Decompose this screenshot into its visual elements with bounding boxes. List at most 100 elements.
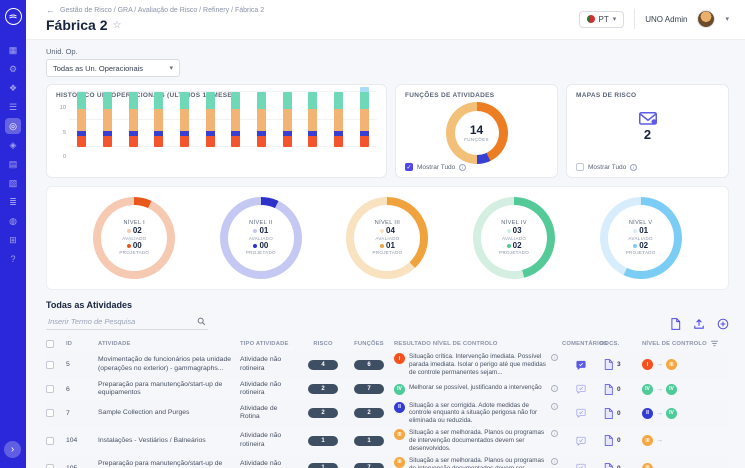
segment-teal	[129, 92, 138, 109]
avaliado-label: AVALIADO	[502, 236, 526, 241]
arrow-right-icon: →	[656, 410, 663, 417]
app-logo-icon[interactable]	[5, 8, 22, 25]
info-icon[interactable]: i	[551, 458, 558, 465]
user-menu-chevron-icon[interactable]: ▾	[725, 15, 729, 23]
table-row[interactable]: 7Sample Collection and PurgesAtividade d…	[46, 400, 729, 428]
sidebar-item-dashboard-icon[interactable]: ▦	[5, 42, 21, 58]
comment-icon[interactable]	[576, 384, 586, 394]
segment-sand	[206, 109, 215, 131]
col-atividade[interactable]: ATIVIDADE	[98, 341, 240, 347]
row-checkbox[interactable]	[46, 361, 54, 369]
favorite-star-icon[interactable]: ☆	[112, 20, 121, 31]
history-panel: HISTÓRICO UN. OPERACIONAIS (ÚLTIMOS 12 M…	[46, 84, 387, 178]
language-selector[interactable]: PT ▾	[579, 11, 625, 28]
level-chip: III	[394, 457, 405, 468]
sidebar-item-help-icon[interactable]: ?	[5, 251, 21, 267]
comment-icon[interactable]	[576, 360, 586, 370]
sidebar-expand-button[interactable]: ›	[4, 441, 21, 458]
col-nivel-controlo[interactable]: NÍVEL DE CONTROLO	[642, 341, 710, 347]
cell-docs: 3	[600, 359, 642, 370]
chevron-down-icon: ▾	[169, 64, 173, 72]
add-icon[interactable]	[717, 318, 729, 330]
show-all-checkbox[interactable]: ✓	[405, 163, 413, 171]
info-icon[interactable]: i	[459, 164, 466, 171]
info-icon[interactable]: i	[551, 403, 558, 410]
row-checkbox[interactable]	[46, 437, 54, 445]
row-checkbox[interactable]	[46, 409, 54, 417]
doc-icon[interactable]	[604, 408, 613, 419]
upload-icon[interactable]	[693, 318, 705, 330]
doc-icon[interactable]	[604, 359, 613, 370]
row-checkbox[interactable]	[46, 385, 54, 393]
segment-sand	[129, 109, 138, 131]
sidebar-item-apps-icon[interactable]: ⊞	[5, 232, 21, 248]
sidebar-item-globe-icon[interactable]: ◍	[5, 213, 21, 229]
col-resultado[interactable]: RESULTADO NÍVEL DE CONTROLO	[394, 341, 562, 347]
level-ring-3: NÍVEL III04AVALIADO01PROJETADO	[346, 197, 428, 279]
doc-icon[interactable]	[604, 384, 613, 395]
info-icon[interactable]: i	[551, 354, 558, 361]
search-input[interactable]	[48, 317, 188, 326]
sidebar: ▦ ⚙ ❖ ☰ ◎ ◈ ▤ ▧ ≣ ◍ ⊞? ›	[0, 0, 26, 468]
funcoes-badge: 6	[354, 360, 384, 370]
sidebar-item-folders-icon[interactable]: ▧	[5, 175, 21, 191]
avatar[interactable]	[697, 10, 715, 28]
bar-Nov/24: Nov/24	[226, 92, 246, 147]
sidebar-item-tasks-icon[interactable]: ☰	[5, 99, 21, 115]
segment-teal	[257, 92, 266, 109]
info-icon[interactable]: i	[630, 164, 637, 171]
table-row[interactable]: 5Movimentação de funcionários pela unida…	[46, 351, 729, 379]
cell-resultado: IIISituação a ser melhorada. Planos ou p…	[394, 457, 562, 468]
comment-icon[interactable]	[576, 463, 586, 468]
filter-icon[interactable]	[710, 339, 719, 348]
segment-sand	[180, 109, 189, 131]
sidebar-item-settings-icon[interactable]: ⚙	[5, 61, 21, 77]
segment-red	[308, 136, 317, 147]
avaliado-value: 01	[253, 227, 268, 236]
comment-icon[interactable]	[576, 436, 586, 446]
col-comentarios[interactable]: COMENTÁRIOS	[562, 341, 600, 347]
docs-count: 0	[617, 386, 621, 393]
show-all-checkbox[interactable]	[576, 163, 584, 171]
select-all-checkbox[interactable]	[46, 340, 54, 348]
page-title: Fábrica 2	[46, 17, 107, 33]
col-risco[interactable]: RISCO	[302, 341, 344, 347]
sidebar-item-reports-icon[interactable]: ▤	[5, 156, 21, 172]
level-ring-1: NÍVEL I02AVALIADO00PROJETADO	[93, 197, 175, 279]
back-icon[interactable]: ←	[46, 5, 55, 15]
export-file-icon[interactable]	[670, 318, 681, 330]
cell-tipo: Atividade não rotineira	[240, 460, 302, 468]
row-checkbox[interactable]	[46, 464, 54, 468]
table-row[interactable]: 104Instalações - Vestiários / Balneários…	[46, 427, 729, 455]
table-body: 5Movimentação de funcionários pela unida…	[46, 351, 729, 468]
col-funcoes[interactable]: FUNÇÕES	[344, 341, 394, 347]
segment-red	[360, 136, 369, 147]
sidebar-item-modules-icon[interactable]: ❖	[5, 80, 21, 96]
level-chip: I	[642, 359, 653, 370]
search-icon[interactable]	[197, 317, 206, 326]
avaliado-value: 01	[633, 227, 648, 236]
unit-select[interactable]: Todas as Un. Operacionais ▾	[46, 59, 180, 77]
cell-atividade: Instalações - Vestiários / Balneários	[98, 437, 240, 445]
doc-icon[interactable]	[604, 435, 613, 446]
level-title: NÍVEL III	[375, 220, 400, 226]
col-tipo[interactable]: TIPO ATIVIDADE	[240, 341, 302, 347]
segment-sand	[257, 109, 266, 131]
breadcrumb[interactable]: Gestão de Risco / GRA / Avaliação de Ris…	[60, 7, 264, 14]
unit-filter-label: Unid. Op.	[46, 47, 729, 56]
col-docs[interactable]: DOCS.	[600, 341, 642, 347]
table-row[interactable]: 105Preparação para manutenção/start-up d…	[46, 455, 729, 468]
user-name: UNO Admin	[645, 15, 687, 24]
col-id[interactable]: ID	[66, 341, 98, 347]
bar-Mar/25: Mar/25	[328, 92, 348, 147]
comment-icon[interactable]	[576, 408, 586, 418]
segment-teal	[206, 92, 215, 109]
sidebar-item-shield-icon[interactable]: ◈	[5, 137, 21, 153]
doc-icon[interactable]	[604, 463, 613, 468]
sidebar-item-database-icon[interactable]: ≣	[5, 194, 21, 210]
table-row[interactable]: 6Preparação para manutenção/start-up de …	[46, 379, 729, 400]
segment-teal	[360, 92, 369, 109]
sidebar-item-risk-assessment-icon[interactable]: ◎	[5, 118, 21, 134]
info-icon[interactable]: i	[551, 430, 558, 437]
info-icon[interactable]: i	[551, 385, 558, 392]
